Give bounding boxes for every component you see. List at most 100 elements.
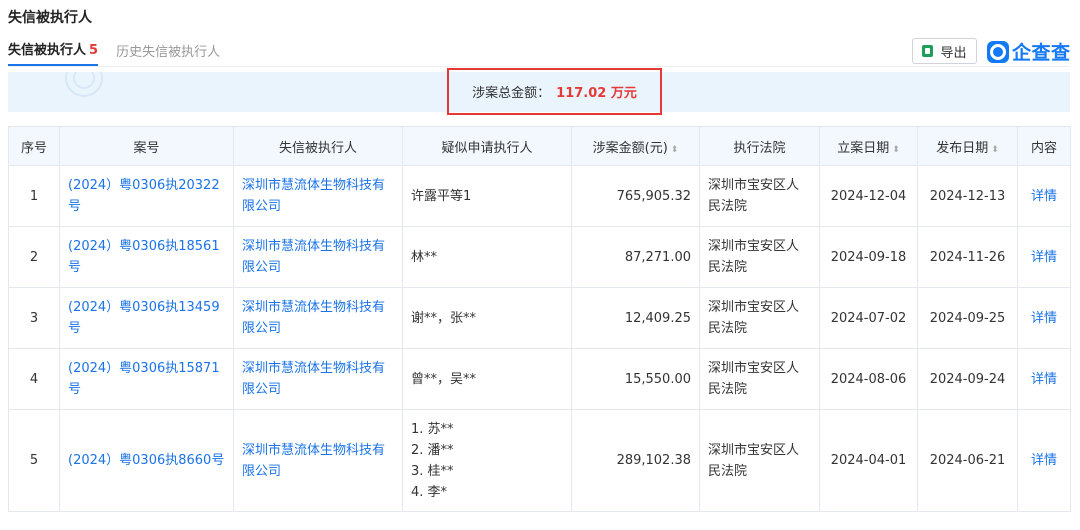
cell-published-date: 2024-09-25 [917, 287, 1018, 349]
applicant-entry: 林** [411, 249, 438, 265]
cell-case-number: (2024）粤0306执8660号 [59, 409, 234, 512]
detail-link[interactable]: 详情 [1031, 189, 1057, 204]
header-index: 序号 [8, 126, 60, 166]
applicant-entry: 曾**，吴** [411, 371, 477, 387]
header-label: 疑似申请执行人 [441, 140, 533, 156]
cell-filed-date: 2024-08-06 [819, 348, 918, 410]
table-row: 5 (2024）粤0306执8660号 深圳市慧流体生物科技有限公司 1. 苏*… [8, 409, 1071, 512]
cell-executee: 深圳市慧流体生物科技有限公司 [233, 165, 403, 227]
executee-link[interactable]: 深圳市慧流体生物科技有限公司 [242, 300, 385, 336]
tab-history-dishonest-executees[interactable]: 历史失信被执行人 [116, 41, 220, 66]
applicant-entry: 2. 潘** [411, 442, 454, 458]
export-label: 导出 [940, 45, 967, 61]
sort-icon[interactable]: ⬍ [892, 145, 900, 155]
cell-amount: 289,102.38 [571, 409, 700, 512]
cell-court: 深圳市宝安区人民法院 [699, 348, 820, 410]
section-title: 失信被执行人 [8, 10, 92, 26]
brand-name: 企查查 [1012, 42, 1071, 64]
cell-amount: 765,905.32 [571, 165, 700, 227]
case-number-link[interactable]: (2024）粤0306执13459号 [68, 300, 220, 336]
executee-link[interactable]: 深圳市慧流体生物科技有限公司 [242, 361, 385, 397]
header-label: 执行法院 [733, 140, 786, 156]
executee-link[interactable]: 深圳市慧流体生物科技有限公司 [242, 443, 385, 479]
cell-filed-date: 2024-12-04 [819, 165, 918, 227]
header-label: 内容 [1030, 140, 1057, 156]
cell-index: 1 [8, 165, 60, 227]
cell-content: 详情 [1017, 287, 1071, 349]
banner-decoration-icon [65, 72, 103, 97]
cell-applicant: 林** [402, 226, 572, 288]
case-number-link[interactable]: (2024）粤0306执8660号 [68, 453, 224, 468]
sort-icon[interactable]: ⬍ [991, 145, 999, 155]
detail-link[interactable]: 详情 [1031, 453, 1057, 468]
brand-logo: 企查查 [987, 38, 1071, 65]
header-case-number: 案号 [59, 126, 234, 166]
table-row: 1 (2024）粤0306执20322号 深圳市慧流体生物科技有限公司 许露平等… [8, 165, 1071, 227]
cell-published-date: 2024-06-21 [917, 409, 1018, 512]
total-amount-value: 117.02 万元 [556, 86, 637, 101]
executee-link[interactable]: 深圳市慧流体生物科技有限公司 [242, 239, 385, 275]
cell-index: 4 [8, 348, 60, 410]
cell-executee: 深圳市慧流体生物科技有限公司 [233, 409, 403, 512]
case-number-link[interactable]: (2024）粤0306执20322号 [68, 178, 220, 214]
tab-divider [8, 66, 1070, 67]
cell-amount: 15,550.00 [571, 348, 700, 410]
tab-dishonest-executees[interactable]: 失信被执行人 5 [8, 39, 99, 66]
tab-count-badge: 5 [89, 43, 99, 58]
header-court: 执行法院 [699, 126, 820, 166]
cell-applicant: 曾**，吴** [402, 348, 572, 410]
cell-index: 3 [8, 287, 60, 349]
cell-published-date: 2024-11-26 [917, 226, 1018, 288]
cell-case-number: (2024）粤0306执20322号 [59, 165, 234, 227]
tab-bar: 失信被执行人 5 历史失信被执行人 [8, 42, 238, 66]
header-label: 发布日期 [936, 140, 989, 156]
applicant-entry: 3. 桂** [411, 463, 454, 479]
cell-amount: 87,271.00 [571, 226, 700, 288]
header-label: 序号 [20, 140, 47, 156]
cell-case-number: (2024）粤0306执15871号 [59, 348, 234, 410]
table-row: 2 (2024）粤0306执18561号 深圳市慧流体生物科技有限公司 林** … [8, 226, 1071, 288]
cell-case-number: (2024）粤0306执18561号 [59, 226, 234, 288]
cell-court: 深圳市宝安区人民法院 [699, 409, 820, 512]
header-published-date[interactable]: 发布日期 ⬍ [917, 126, 1018, 166]
executee-link[interactable]: 深圳市慧流体生物科技有限公司 [242, 178, 385, 214]
header-content: 内容 [1017, 126, 1071, 166]
header-label: 立案日期 [837, 140, 890, 156]
table-row: 4 (2024）粤0306执15871号 深圳市慧流体生物科技有限公司 曾**，… [8, 348, 1071, 410]
detail-link[interactable]: 详情 [1031, 250, 1057, 265]
sort-icon[interactable]: ⬍ [671, 145, 679, 155]
cell-index: 5 [8, 409, 60, 512]
cell-case-number: (2024）粤0306执13459号 [59, 287, 234, 349]
header-executee: 失信被执行人 [233, 126, 403, 166]
cell-content: 详情 [1017, 348, 1071, 410]
cell-content: 详情 [1017, 165, 1071, 227]
header-label: 失信被执行人 [278, 140, 357, 156]
header-label: 案号 [133, 140, 160, 156]
export-button[interactable]: 导出 [912, 38, 977, 64]
applicant-entry: 4. 李* [411, 484, 448, 500]
header-filed-date[interactable]: 立案日期 ⬍ [819, 126, 918, 166]
cell-executee: 深圳市慧流体生物科技有限公司 [233, 287, 403, 349]
cell-filed-date: 2024-09-18 [819, 226, 918, 288]
case-number-link[interactable]: (2024）粤0306执15871号 [68, 361, 220, 397]
applicant-entry: 谢**，张** [411, 310, 477, 326]
excel-icon [922, 45, 934, 57]
detail-link[interactable]: 详情 [1031, 311, 1057, 326]
cell-filed-date: 2024-07-02 [819, 287, 918, 349]
cell-executee: 深圳市慧流体生物科技有限公司 [233, 348, 403, 410]
cell-index: 2 [8, 226, 60, 288]
header-applicant: 疑似申请执行人 [402, 126, 572, 166]
cell-court: 深圳市宝安区人民法院 [699, 165, 820, 227]
applicant-entry: 许露平等1 [411, 188, 472, 204]
applicant-entry: 1. 苏** [411, 421, 454, 437]
table-row: 3 (2024）粤0306执13459号 深圳市慧流体生物科技有限公司 谢**，… [8, 287, 1071, 349]
cell-applicant: 许露平等1 [402, 165, 572, 227]
detail-link[interactable]: 详情 [1031, 372, 1057, 387]
tab-label: 历史失信被执行人 [116, 45, 221, 60]
cell-court: 深圳市宝安区人民法院 [699, 287, 820, 349]
header-amount[interactable]: 涉案金额(元) ⬍ [571, 126, 700, 166]
total-amount-label: 涉案总金额： [472, 86, 551, 101]
tab-label: 失信被执行人 [8, 43, 87, 58]
case-number-link[interactable]: (2024）粤0306执18561号 [68, 239, 220, 275]
cell-content: 详情 [1017, 409, 1071, 512]
